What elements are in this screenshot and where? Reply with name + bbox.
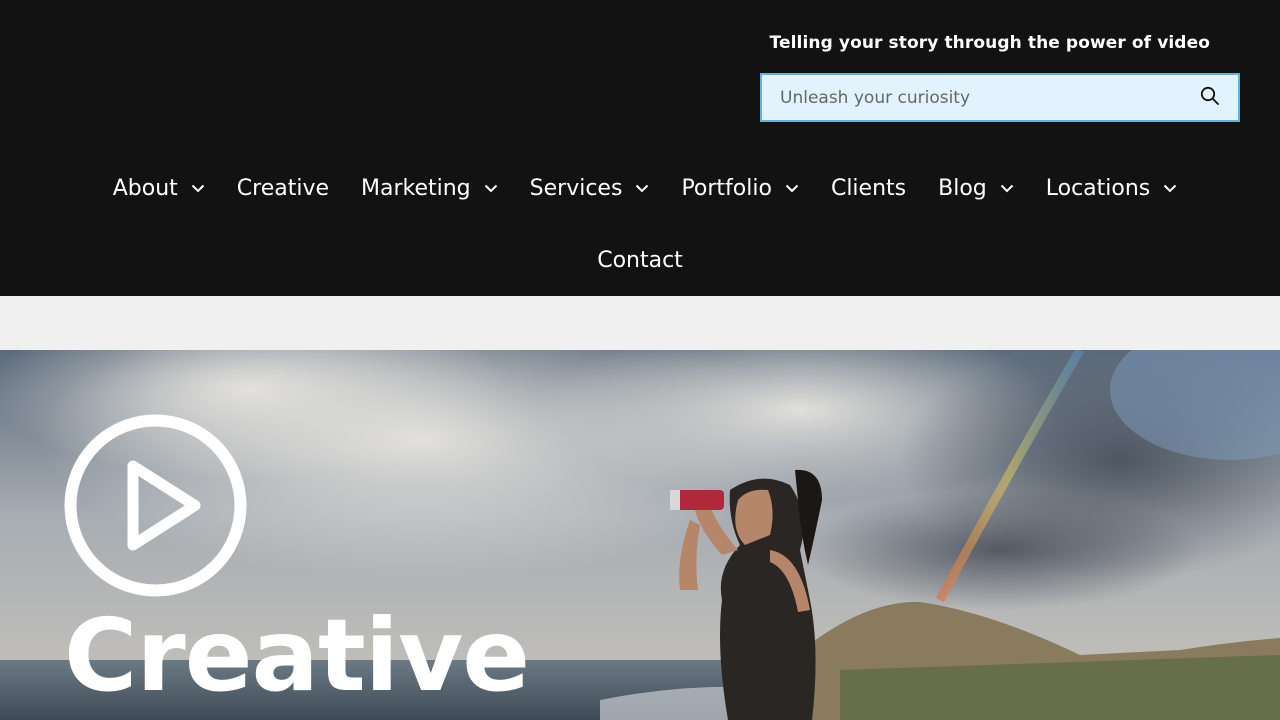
nav-item-label: Blog <box>938 175 987 201</box>
nav-item-label: About <box>112 175 178 201</box>
nav-item-clients[interactable]: Clients <box>831 176 906 201</box>
chevron-down-icon[interactable] <box>1000 184 1014 193</box>
search-icon <box>1200 86 1220 109</box>
nav-item-label: Marketing <box>361 175 471 201</box>
chevron-down-icon[interactable] <box>484 184 498 193</box>
nav-item-label: Clients <box>830 175 907 201</box>
hero-title: Creative <box>64 597 530 714</box>
nav-item-label: Creative <box>236 175 329 201</box>
nav-item-contact[interactable]: Contact <box>597 248 683 273</box>
nav-item-label: Services <box>529 175 623 201</box>
tagline: Telling your story through the power of … <box>769 33 1210 53</box>
hero-banner: Creative <box>0 350 1280 720</box>
nav-item-blog[interactable]: Blog <box>938 176 1014 201</box>
chevron-down-icon[interactable] <box>191 184 205 193</box>
chevron-down-icon[interactable] <box>635 184 649 193</box>
nav-item-about[interactable]: About <box>113 176 205 201</box>
site-header: Telling your story through the power of … <box>0 0 1280 296</box>
nav-item-marketing[interactable]: Marketing <box>361 176 498 201</box>
nav-item-locations[interactable]: Locations <box>1046 176 1178 201</box>
play-icon[interactable] <box>63 413 248 598</box>
search-box <box>760 73 1240 122</box>
search-input[interactable] <box>762 75 1182 120</box>
chevron-down-icon[interactable] <box>1163 184 1177 193</box>
search-button[interactable] <box>1182 75 1238 120</box>
chevron-down-icon[interactable] <box>785 184 799 193</box>
spacer-strip <box>0 296 1280 350</box>
nav-item-label: Locations <box>1045 175 1151 201</box>
main-nav: About Creative Marketing Services Portfo… <box>0 164 1280 212</box>
nav-item-services[interactable]: Services <box>530 176 650 201</box>
nav-item-portfolio[interactable]: Portfolio <box>681 176 799 201</box>
nav-item-creative[interactable]: Creative <box>237 176 329 201</box>
nav-item-label: Portfolio <box>681 175 772 201</box>
nav-item-label: Contact <box>597 247 683 273</box>
main-nav-row-2: Contact <box>0 236 1280 284</box>
